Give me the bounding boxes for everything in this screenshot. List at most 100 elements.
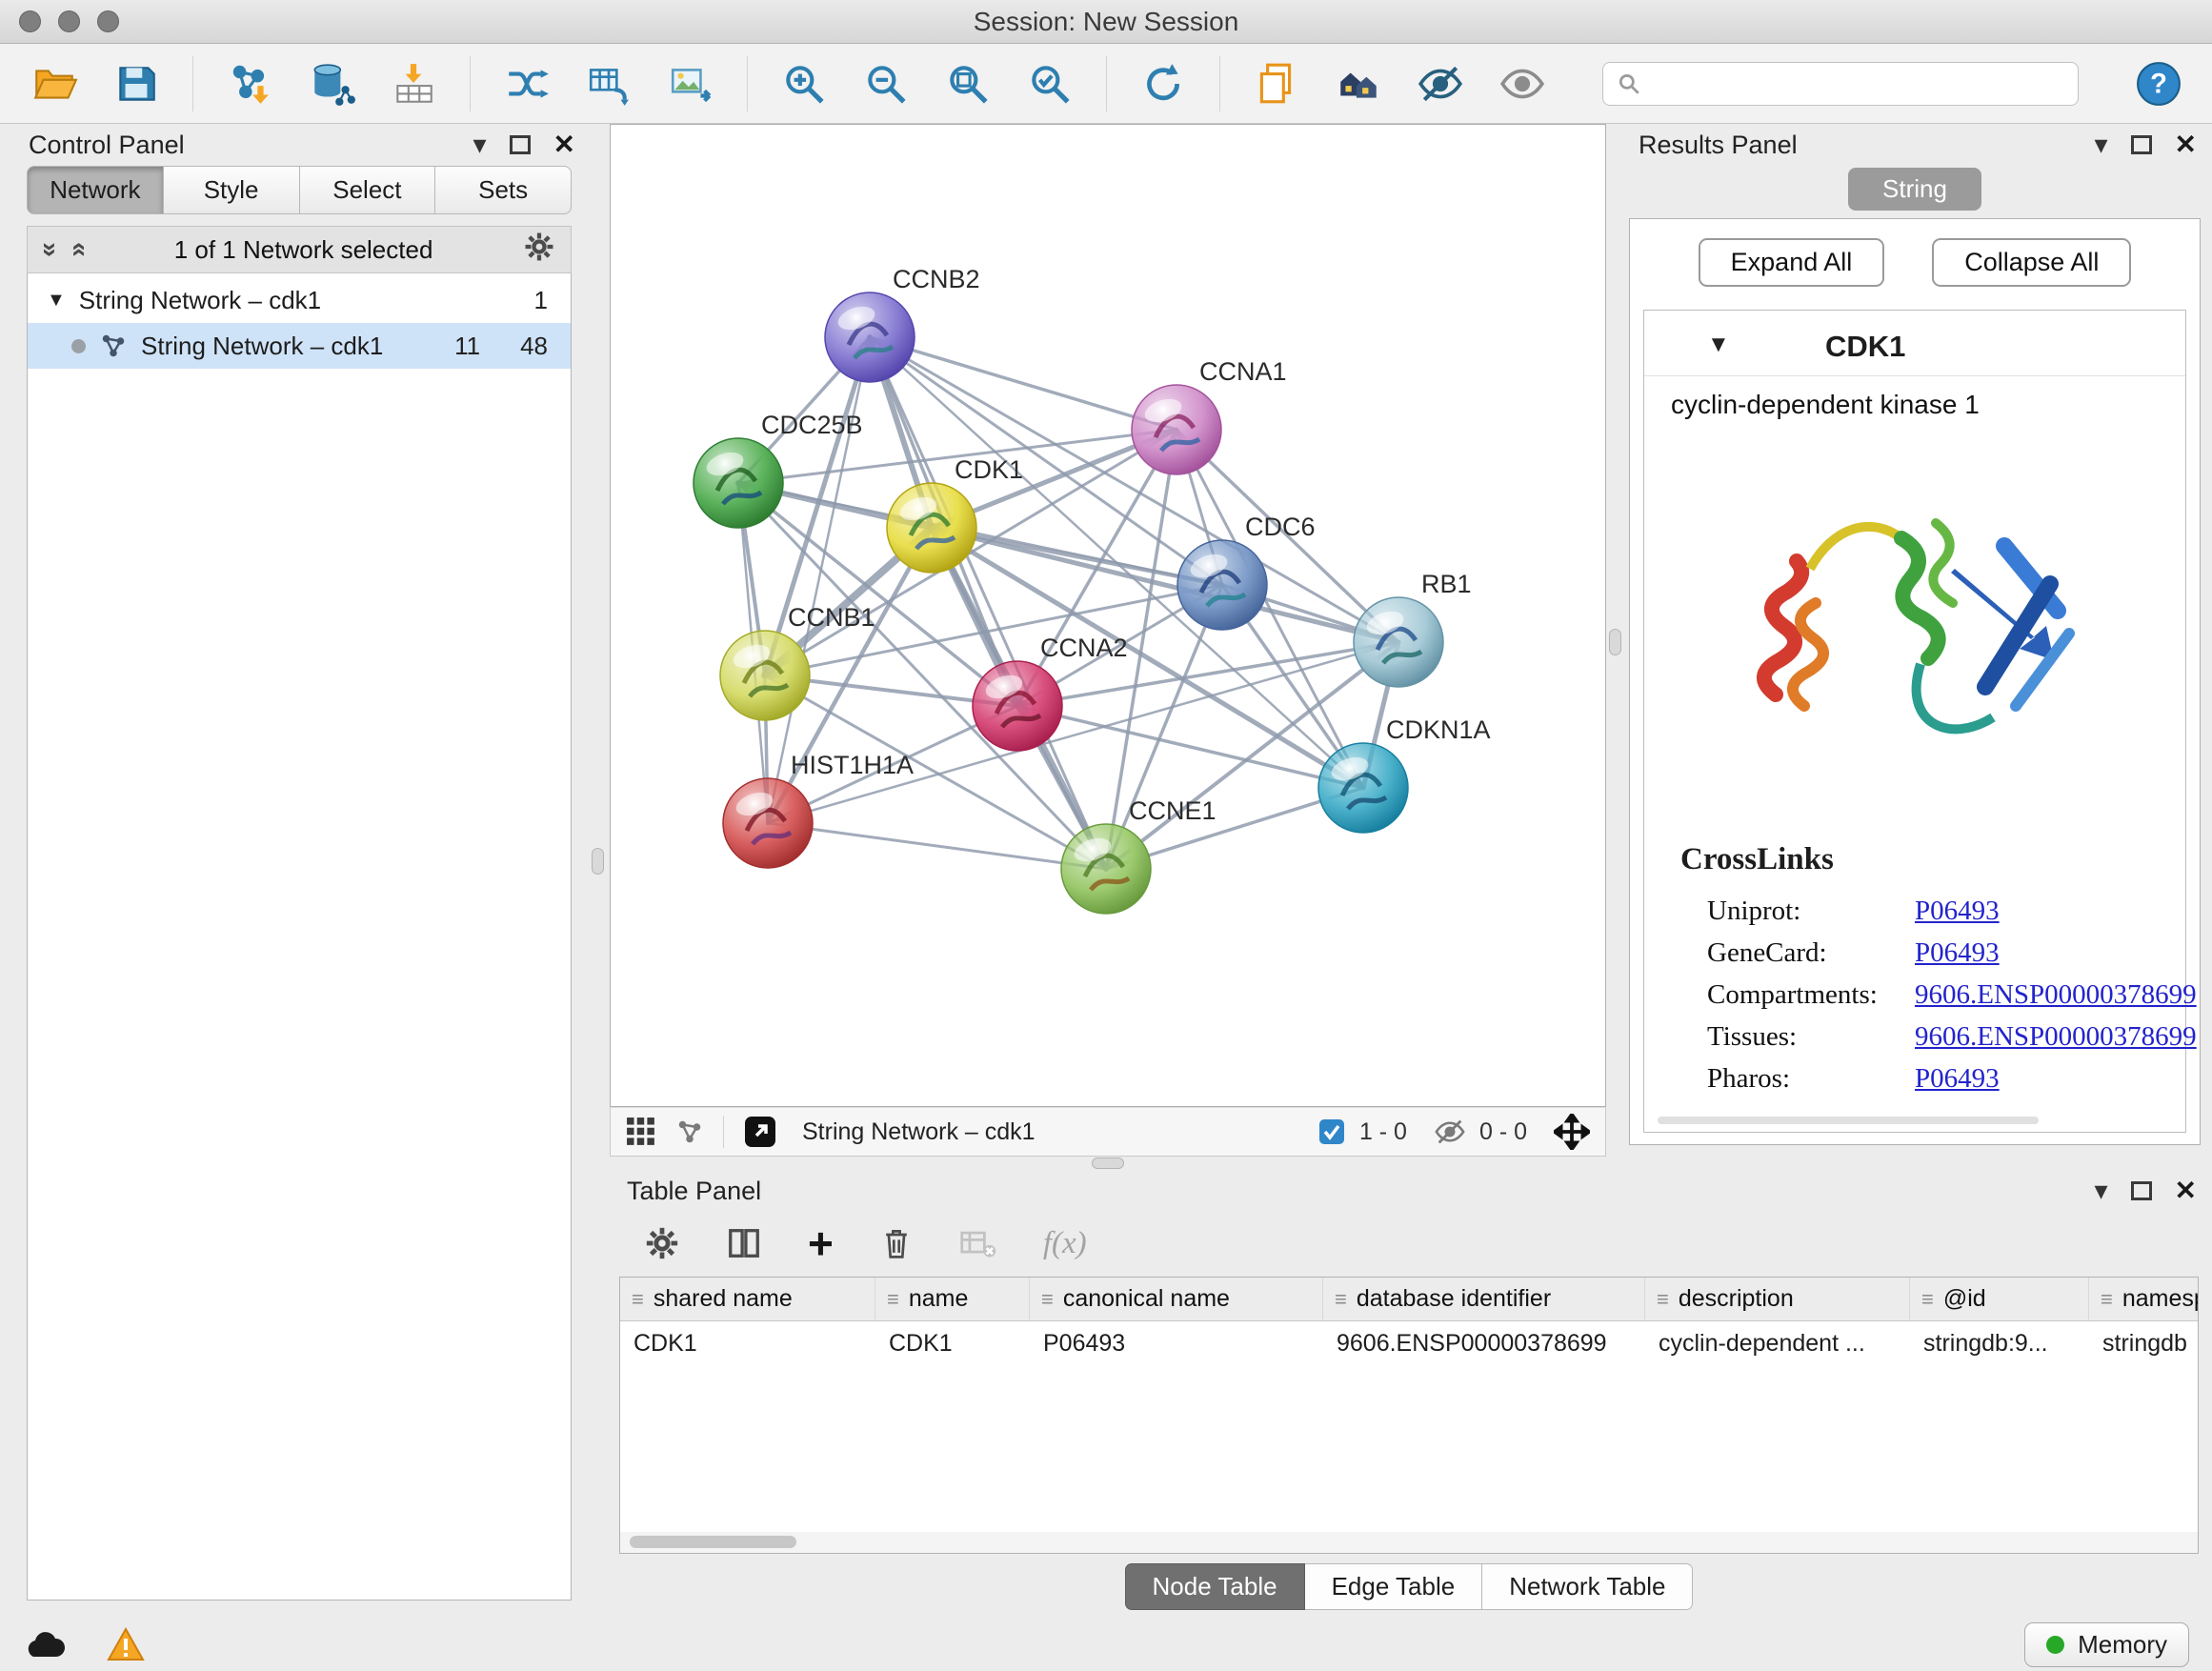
zoom-in-icon[interactable] — [778, 58, 830, 110]
crosslink-label: Tissues: — [1707, 1021, 1915, 1053]
save-session-icon[interactable] — [111, 58, 162, 110]
minimize-window-button[interactable] — [58, 10, 80, 32]
hide-selected-icon[interactable] — [1415, 58, 1466, 110]
tab-string[interactable]: String — [1848, 168, 1981, 211]
warning-icon[interactable] — [107, 1626, 145, 1662]
node-CCNB1[interactable]: CCNB1 — [720, 603, 875, 720]
panel-menu-icon[interactable]: ▾ — [473, 131, 486, 158]
global-search-input[interactable] — [1651, 69, 2064, 98]
node-CCNE1[interactable]: CCNE1 — [1061, 796, 1217, 914]
new-table-icon[interactable] — [583, 58, 634, 110]
refresh-layout-icon[interactable] — [1137, 58, 1189, 110]
crosslink-value-link[interactable]: P06493 — [1915, 1063, 2000, 1095]
crosslink-value-link[interactable]: 9606.ENSP00000378699 — [1915, 979, 2197, 1011]
function-builder-icon[interactable]: f(x) — [1043, 1226, 1087, 1261]
edge-CDC6-CCNE1[interactable] — [1106, 585, 1222, 869]
network-row[interactable]: String Network – cdk1 11 48 — [28, 323, 571, 369]
export-document-icon[interactable] — [1251, 58, 1302, 110]
zoom-fit-icon[interactable] — [942, 58, 994, 110]
node-CDC6[interactable]: CDC6 — [1177, 513, 1316, 630]
collapse-all-networks-icon[interactable]: » — [37, 242, 64, 257]
edge-CCNB2-CCNE1[interactable] — [870, 337, 1106, 869]
import-network-file-icon[interactable] — [224, 58, 275, 110]
crosslinks-list: Uniprot:P06493GeneCard:P06493Compartment… — [1644, 885, 2185, 1105]
column-header-shared-name[interactable]: ≡shared name — [620, 1278, 875, 1320]
float-panel-icon[interactable] — [2131, 1181, 2152, 1200]
open-session-icon[interactable] — [29, 58, 80, 110]
network-shuffle-icon[interactable] — [501, 58, 553, 110]
edge-CCNA2-CDKN1A[interactable] — [1017, 706, 1363, 788]
network-collection-row[interactable]: ▼ String Network – cdk1 1 — [28, 277, 571, 323]
selected-nodes-checkbox-icon[interactable] — [1317, 1117, 1346, 1146]
table-row[interactable]: CDK1CDK1P064939606.ENSP00000378699cyclin… — [620, 1321, 2198, 1365]
network-name: String Network – cdk1 — [802, 1118, 1036, 1146]
scrollbar-thumb[interactable] — [630, 1536, 796, 1548]
protein-entry-header[interactable]: ▼ CDK1 — [1644, 322, 2185, 376]
right-splitter-handle[interactable] — [1609, 629, 1621, 655]
float-panel-icon[interactable] — [510, 135, 531, 154]
global-search-box[interactable] — [1602, 62, 2079, 106]
collapse-entry-icon[interactable]: ▼ — [1707, 332, 1730, 358]
node-CCNA1[interactable]: CCNA1 — [1132, 357, 1287, 474]
panel-menu-icon[interactable]: ▾ — [2094, 131, 2107, 158]
node-CDC25B[interactable]: CDC25B — [694, 411, 863, 528]
network-options-gear-icon[interactable] — [523, 231, 555, 270]
delete-column-trash-icon[interactable] — [879, 1226, 914, 1260]
import-network-database-icon[interactable] — [306, 58, 357, 110]
export-image-icon[interactable] — [665, 58, 716, 110]
node-CDKN1A[interactable]: CDKN1A — [1318, 715, 1491, 833]
expand-all-networks-icon[interactable]: » — [63, 242, 90, 257]
collapse-branch-icon[interactable]: ▼ — [47, 290, 66, 312]
birds-eye-view-icon[interactable] — [626, 1117, 656, 1147]
hidden-elements-eye-icon[interactable] — [1434, 1116, 1466, 1148]
float-panel-icon[interactable] — [2131, 135, 2152, 154]
open-in-new-window-icon[interactable] — [743, 1115, 777, 1149]
memory-button[interactable]: Memory — [2024, 1622, 2189, 1667]
network-graph-icon[interactable] — [675, 1117, 704, 1146]
column-header-canonical-name[interactable]: ≡canonical name — [1030, 1278, 1323, 1320]
edge-CCNB2-CCNA1[interactable] — [870, 337, 1176, 430]
zoom-window-button[interactable] — [97, 10, 119, 32]
panel-menu-icon[interactable]: ▾ — [2094, 1178, 2107, 1204]
crosslink-value-link[interactable]: P06493 — [1915, 896, 2000, 927]
control-tab-sets[interactable]: Sets — [435, 166, 572, 214]
table-tab-edge-table[interactable]: Edge Table — [1305, 1563, 1483, 1610]
import-table-icon[interactable] — [388, 58, 439, 110]
collapse-all-button[interactable]: Collapse All — [1932, 238, 2131, 287]
add-column-icon[interactable]: + — [808, 1221, 834, 1265]
close-panel-icon[interactable]: ✕ — [2175, 131, 2197, 158]
close-window-button[interactable] — [19, 10, 41, 32]
help-icon[interactable]: ? — [2134, 59, 2183, 109]
results-horizontal-scrollbar[interactable] — [1658, 1117, 2039, 1124]
column-header-name[interactable]: ≡name — [875, 1278, 1030, 1320]
close-panel-icon[interactable]: ✕ — [553, 131, 575, 158]
cloud-icon[interactable] — [23, 1628, 65, 1661]
column-header-namespac[interactable]: ≡namespac — [2089, 1278, 2199, 1320]
control-tab-style[interactable]: Style — [164, 166, 300, 214]
crosslink-value-link[interactable]: 9606.ENSP00000378699 — [1915, 1021, 2197, 1053]
network-view-canvas[interactable]: CCNB2CCNA1CDC25BCDK1CDC6RB1CCNB1CCNA2CDK… — [610, 124, 1606, 1107]
string-home-icon[interactable] — [1333, 58, 1384, 110]
crosslink-value-link[interactable]: P06493 — [1915, 937, 2000, 969]
horizontal-splitter-handle[interactable] — [1092, 1158, 1124, 1169]
table-tab-network-table[interactable]: Network Table — [1482, 1563, 1693, 1610]
control-tab-network[interactable]: Network — [27, 166, 164, 214]
column-header-database-identifier[interactable]: ≡database identifier — [1323, 1278, 1645, 1320]
zoom-out-icon[interactable] — [860, 58, 912, 110]
show-columns-icon[interactable] — [726, 1225, 762, 1261]
control-tab-select[interactable]: Select — [300, 166, 436, 214]
table-horizontal-scrollbar[interactable] — [620, 1532, 2198, 1553]
table-tab-node-table[interactable]: Node Table — [1125, 1563, 1305, 1610]
zoom-selected-icon[interactable] — [1024, 58, 1076, 110]
column-header-description[interactable]: ≡description — [1645, 1278, 1910, 1320]
edge-HIST1H1A-CCNE1[interactable] — [768, 823, 1106, 869]
show-all-eye-icon[interactable] — [1497, 58, 1548, 110]
left-splitter-handle[interactable] — [592, 848, 604, 875]
pan-crosshair-icon[interactable] — [1554, 1114, 1590, 1150]
node-CDK1[interactable]: CDK1 — [887, 455, 1023, 573]
column-header--id[interactable]: ≡@id — [1910, 1278, 2089, 1320]
expand-all-button[interactable]: Expand All — [1699, 238, 1885, 287]
close-panel-icon[interactable]: ✕ — [2175, 1178, 2197, 1204]
table-settings-gear-icon[interactable] — [644, 1225, 680, 1261]
node-RB1[interactable]: RB1 — [1354, 570, 1472, 687]
